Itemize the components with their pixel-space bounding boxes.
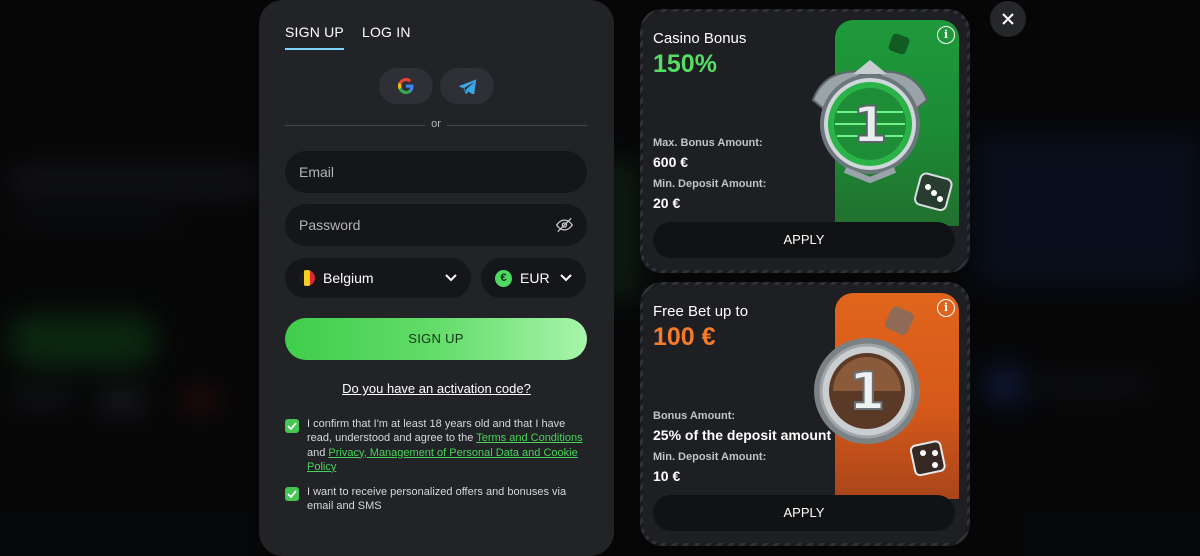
privacy-policy-link[interactable]: Privacy, Management of Personal Data and…: [307, 447, 578, 473]
auth-tabs: SIGN UP LOG IN: [285, 24, 411, 50]
close-icon: [1002, 13, 1014, 25]
chevron-down-icon: [445, 274, 457, 282]
belgium-flag-icon: [299, 270, 315, 286]
free-bet-card: 1 Free Bet up to 100 € Bonus Amount: 25%…: [640, 282, 970, 546]
free-bet-amount: 100 €: [653, 323, 716, 351]
bonus-title: Free Bet up to: [653, 303, 749, 320]
checkmark-icon: [287, 422, 297, 430]
apply-casino-bonus-button[interactable]: APPLY: [653, 222, 955, 258]
or-text: or: [431, 118, 441, 130]
terms-link[interactable]: Terms and Conditions: [476, 432, 582, 444]
casino-bonus-art: 1: [811, 20, 959, 226]
min-deposit-label: Min. Deposit Amount:: [653, 178, 767, 190]
email-field-wrapper: [285, 151, 587, 193]
tab-sign-up[interactable]: SIGN UP: [285, 24, 344, 50]
min-deposit-value: 20 €: [653, 195, 681, 211]
or-divider: or: [285, 118, 587, 132]
offers-consent: I want to receive personalized offers an…: [285, 485, 591, 514]
email-input[interactable]: [299, 164, 573, 180]
password-field-wrapper: [285, 204, 587, 246]
age-terms-checkbox[interactable]: [285, 419, 299, 433]
telegram-icon: [458, 78, 476, 94]
signup-panel: SIGN UP LOG IN or Email Belgium € EUR SI…: [259, 0, 614, 556]
free-bet-art: 1: [814, 293, 959, 499]
dice-icon: [914, 172, 953, 212]
currency-select[interactable]: € EUR: [481, 258, 586, 298]
info-icon[interactable]: i: [937, 299, 955, 317]
country-value: Belgium: [323, 270, 374, 286]
svg-text:1: 1: [853, 96, 888, 154]
chevron-down-icon: [560, 274, 572, 282]
bonus-title: Casino Bonus: [653, 30, 747, 47]
close-button[interactable]: [990, 1, 1026, 37]
casino-medal-icon: 1: [811, 60, 929, 183]
max-bonus-label: Max. Bonus Amount:: [653, 137, 763, 149]
bonus-percentage: 150%: [653, 50, 717, 78]
offers-text: I want to receive personalized offers an…: [307, 486, 567, 513]
eye-off-icon[interactable]: [556, 217, 573, 233]
password-input[interactable]: [299, 217, 557, 233]
euro-icon: €: [495, 269, 512, 287]
bonus-amount-label: Bonus Amount:: [653, 410, 736, 422]
telegram-login-button[interactable]: [440, 68, 494, 104]
country-select[interactable]: Belgium: [285, 258, 471, 298]
checkmark-icon: [287, 490, 297, 498]
tab-log-in[interactable]: LOG IN: [362, 24, 411, 50]
apply-free-bet-button[interactable]: APPLY: [653, 495, 955, 531]
dice-icon: [888, 33, 910, 55]
min-deposit-value: 10 €: [653, 468, 681, 484]
dice-icon: [885, 306, 914, 335]
google-login-button[interactable]: [379, 68, 433, 104]
dice-icon: [909, 440, 946, 477]
casino-bonus-card: 1 Casino Bonus 150% Max. Bonus Amount: 6…: [640, 9, 970, 273]
offers-checkbox[interactable]: [285, 487, 299, 501]
age-terms-consent: I confirm that I'm at least 18 years old…: [285, 417, 591, 474]
bonus-amount-value: 25% of the deposit amount: [653, 427, 832, 443]
age-terms-text: I confirm that I'm at least 18 years old…: [307, 418, 583, 473]
google-icon: [398, 78, 414, 94]
info-icon[interactable]: i: [937, 26, 955, 44]
min-deposit-label: Min. Deposit Amount:: [653, 451, 767, 463]
sign-up-button[interactable]: SIGN UP: [285, 318, 587, 360]
svg-text:1: 1: [849, 362, 885, 422]
currency-value: EUR: [520, 270, 550, 286]
activation-code-link[interactable]: Do you have an activation code?: [259, 381, 614, 396]
social-login-group: [379, 68, 494, 104]
max-bonus-value: 600 €: [653, 154, 689, 170]
